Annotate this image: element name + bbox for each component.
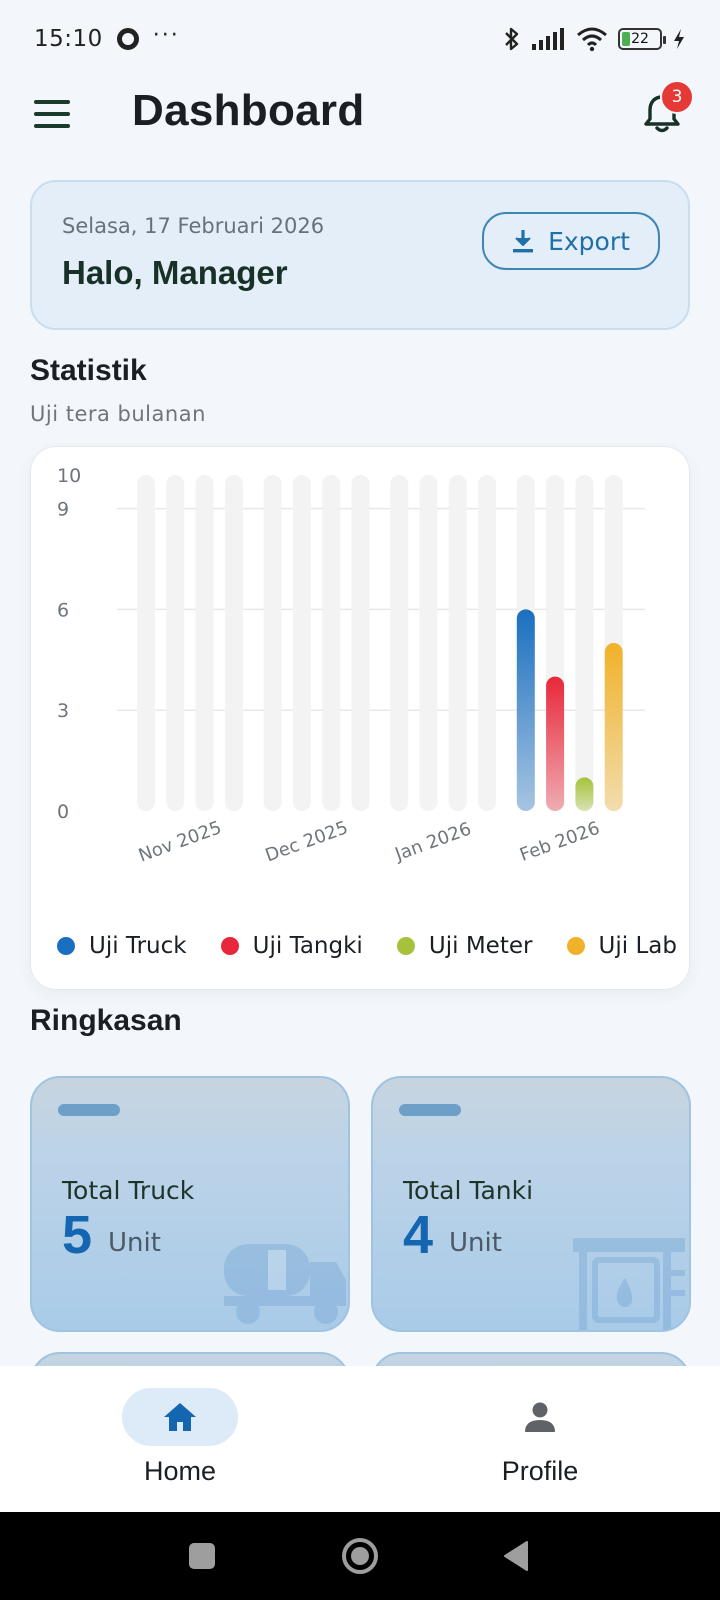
nav-label-profile: Profile [501,1456,579,1486]
x-tick-label: Dec 2025 [262,817,350,866]
y-tick-label: 6 [57,599,69,621]
bottom-navigation: Home Profile [0,1366,720,1512]
bar-track [137,475,155,811]
x-tick-label: Nov 2025 [136,817,225,866]
statistik-title: Statistik [30,354,147,387]
legend-dot [220,937,239,955]
nav-item-profile[interactable]: Profile [420,1388,660,1487]
summary-unit: Unit [449,1228,502,1258]
bar-track [575,475,594,811]
legend-label: Uji Lab [598,933,677,959]
signal-icon [532,28,564,50]
bar-uji-lab[interactable] [604,643,623,811]
bar-track [419,475,438,811]
bluetooth-icon [505,27,519,51]
nav-item-home[interactable]: Home [60,1388,300,1487]
status-bar: 15:10 ··· 22 [0,0,720,78]
summary-value: 4 [403,1205,434,1265]
legend-item: Uji Tangki [220,933,363,959]
back-icon [504,1541,528,1571]
legend-dot [566,937,585,955]
person-icon [525,1402,555,1432]
bar-track [322,475,341,811]
battery-icon: 22 [618,28,666,50]
recents-icon [189,1543,215,1569]
tank-icon [573,1238,685,1330]
download-icon [513,230,534,253]
summary-unit: Unit [108,1228,161,1258]
bar-track [351,475,370,811]
y-tick-label: 0 [57,801,69,823]
card-accent-bar [399,1104,461,1116]
app-notification-icon [116,28,139,50]
nav-indicator [122,1388,238,1446]
legend-item: Uji Meter [396,933,533,959]
bar-track [224,475,243,811]
legend-item: Uji Truck [57,933,187,959]
chart-legend: Uji Truck Uji Tangki Uji Meter Uji Lab [57,933,677,959]
back-button[interactable] [476,1512,556,1600]
bar-track [195,475,214,811]
export-button[interactable]: Export [482,212,660,270]
home-circle-icon [342,1538,378,1574]
page-title: Dashboard [132,86,365,135]
summary-card-truck[interactable]: Total Truck 5 Unit [30,1076,350,1332]
bar-uji-meter[interactable] [575,777,594,811]
legend-label: Uji Tangki [252,933,363,959]
y-tick-label: 10 [57,465,81,487]
x-tick-label: Feb 2026 [517,818,603,866]
recents-button[interactable] [162,1512,242,1600]
nav-indicator [482,1388,598,1446]
system-navigation-bar [0,1512,720,1600]
greeting-hello: Halo, Manager [62,254,288,291]
bar-track [292,475,311,811]
export-label: Export [548,226,630,256]
legend-label: Uji Meter [428,933,533,959]
menu-icon[interactable] [34,100,70,128]
x-tick-label: Jan 2026 [391,818,474,865]
summary-value: 5 [62,1205,93,1265]
bar-uji-tangki[interactable] [546,676,565,811]
home-system-button[interactable] [320,1512,400,1600]
status-left: 15:10 ··· [34,22,180,53]
summary-label: Total Truck [62,1176,195,1205]
truck-icon [224,1244,346,1324]
greeting-date: Selasa, 17 Februari 2026 [62,214,325,238]
charging-icon [674,29,684,49]
legend-dot [57,937,75,955]
statistik-subtitle: Uji tera bulanan [30,402,206,426]
status-time: 15:10 [34,26,103,52]
summary-label: Total Tanki [403,1176,534,1205]
legend-dot [396,937,415,955]
home-icon [164,1403,196,1431]
nav-label-home: Home [143,1456,217,1486]
chart-card: 0 3 6 9 10 Nov 2025 Dec 2025 Jan 2026 Feb 2026 U… [30,446,690,990]
summary-card-tanki[interactable]: Total Tanki 4 Unit [371,1076,691,1332]
legend-label: Uji Truck [89,933,187,959]
bar-track [263,475,282,811]
status-right: 22 [502,26,686,52]
battery-level: 22 [631,31,649,47]
y-tick-label: 3 [57,700,69,722]
app-bar: Dashboard 3 [0,78,720,188]
notification-badge: 3 [660,80,694,114]
bar-track [166,475,185,811]
bar-chart: 0 3 6 9 10 Nov 2025 Dec 2025 Jan 2026 Feb 2026 [57,465,645,867]
more-notifications-icon: ··· [152,22,180,48]
bar-track [390,475,409,811]
bar-uji-truck[interactable] [516,609,535,811]
card-accent-bar [58,1104,120,1116]
ringkasan-title: Ringkasan [30,1004,182,1037]
bar-track [478,475,497,811]
bar-track [448,475,467,811]
y-tick-label: 9 [57,499,69,521]
legend-item: Uji Lab [566,933,677,959]
greeting-card: Selasa, 17 Februari 2026 Halo, Manager E… [30,180,690,330]
wifi-icon [577,27,607,52]
